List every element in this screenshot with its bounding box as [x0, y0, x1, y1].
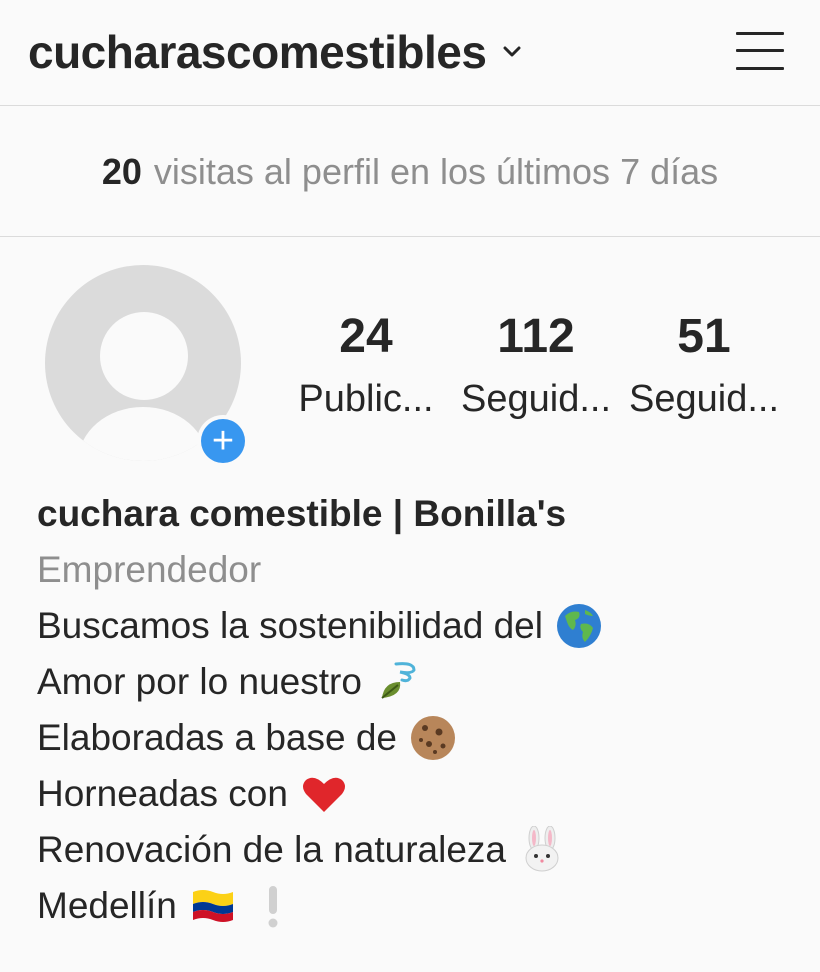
- bio-line: Elaboradas a base de: [37, 710, 797, 766]
- posts-count: 24: [339, 310, 393, 363]
- profile-username: cucharascomestibles: [28, 26, 487, 78]
- bio-line-text: Renovación de la naturaleza: [37, 829, 506, 870]
- plus-icon: +: [201, 419, 245, 463]
- bio-line: Horneadas con: [37, 766, 797, 822]
- chevron-down-icon: [503, 46, 521, 57]
- bio-line-text: Buscamos la sostenibilidad del: [37, 605, 543, 646]
- profile-bio: cuchara comestible | Bonilla's Emprended…: [37, 486, 797, 934]
- bio-line: Medellín: [37, 878, 797, 934]
- white-exclamation-icon: [268, 886, 278, 928]
- bio-line-text: Amor por lo nuestro: [37, 661, 362, 702]
- bio-line: Buscamos la sostenibilidad del: [37, 598, 797, 654]
- profile-visits-label: visitas al perfil en los últimos 7 días: [153, 150, 719, 192]
- colombia-flag-icon: [192, 890, 233, 922]
- posts-stat[interactable]: 24 Public...: [286, 305, 446, 429]
- account-switcher[interactable]: cucharascomestibles: [28, 22, 522, 82]
- bio-line-text: Horneadas con: [37, 773, 288, 814]
- bio-line: Renovación de la naturaleza: [37, 822, 797, 878]
- profile-visits-count: 20: [101, 150, 142, 192]
- profile-category: Emprendedor: [37, 549, 262, 590]
- top-navigation-bar: cucharascomestibles: [0, 0, 820, 106]
- following-stat[interactable]: 51 Seguid...: [624, 305, 784, 429]
- bio-line-text: Medellín: [37, 885, 177, 926]
- following-count: 51: [677, 310, 731, 363]
- avatar-body-silhouette: [78, 407, 208, 461]
- leaf-fluttering-in-wind-icon: [381, 662, 416, 699]
- followers-stat[interactable]: 112 Seguid...: [456, 305, 616, 429]
- bio-line: Amor por lo nuestro: [37, 654, 797, 710]
- posts-label: Public...: [298, 378, 434, 420]
- globe-americas-icon: [556, 604, 601, 648]
- followers-label: Seguid...: [461, 378, 611, 420]
- followers-count: 112: [497, 310, 575, 363]
- add-story-button[interactable]: +: [197, 415, 249, 467]
- following-label: Seguid...: [629, 378, 779, 420]
- default-avatar-icon: [100, 312, 188, 400]
- profile-display-name: cuchara comestible | Bonilla's: [37, 493, 567, 534]
- cookie-icon: [411, 716, 455, 760]
- red-heart-icon: [302, 777, 345, 812]
- rabbit-face-icon: [525, 826, 559, 872]
- hamburger-menu-icon[interactable]: [736, 28, 784, 74]
- profile-visits-banner[interactable]: 20 visitas al perfil en los últimos 7 dí…: [0, 107, 820, 237]
- bio-line-text: Elaboradas a base de: [37, 717, 397, 758]
